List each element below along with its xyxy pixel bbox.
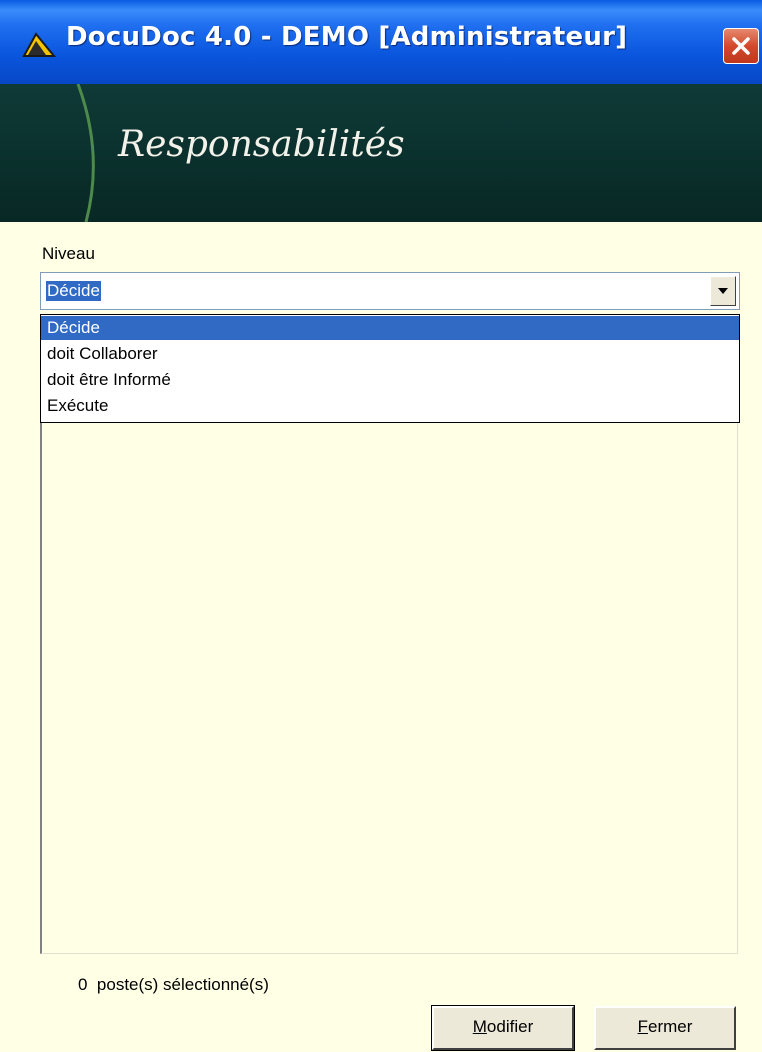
page-title: Responsabilités: [118, 124, 405, 165]
modifier-accel: M: [472, 1017, 487, 1036]
selection-count-label: poste(s) sélectionné(s): [96, 975, 269, 994]
fermer-button[interactable]: Fermer: [594, 1006, 736, 1050]
postes-listbox[interactable]: [40, 414, 738, 954]
docudoc-logo-icon: [22, 32, 56, 57]
fermer-accel: F: [637, 1017, 648, 1036]
selection-count-number: 0: [78, 975, 88, 994]
selection-count: 0 poste(s) sélectionné(s): [78, 975, 269, 995]
option-doit-collaborer[interactable]: doit Collaborer: [41, 342, 739, 366]
option-decide[interactable]: Décide: [41, 316, 739, 340]
dropdown-button[interactable]: [710, 276, 736, 306]
fermer-label: ermer: [647, 1017, 693, 1036]
modifier-label: odifier: [486, 1017, 534, 1036]
niveau-selected-value: Décide: [46, 281, 101, 301]
header-banner: Responsabilités: [0, 84, 762, 222]
niveau-label: Niveau: [42, 244, 95, 263]
window-title: DocuDoc 4.0 - DEMO [Administrateur]: [66, 22, 628, 52]
modifier-button[interactable]: Modifier: [431, 1005, 575, 1051]
niveau-dropdown-list: Décide doit Collaborer doit être Informé…: [40, 314, 740, 423]
chevron-down-icon: [718, 288, 728, 294]
option-execute[interactable]: Exécute: [41, 394, 739, 418]
close-button[interactable]: [723, 28, 759, 64]
option-doit-etre-informe[interactable]: doit être Informé: [41, 368, 739, 392]
title-bar[interactable]: DocuDoc 4.0 - DEMO [Administrateur]: [0, 0, 762, 84]
close-icon: [732, 37, 750, 55]
niveau-combobox[interactable]: Décide: [40, 272, 740, 310]
